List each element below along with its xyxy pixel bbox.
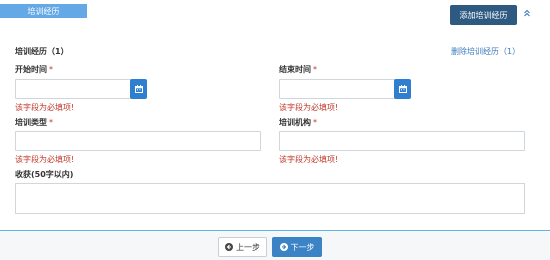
add-training-button[interactable]: 添加培训经历	[450, 5, 517, 25]
end-date-label-text: 结束时间	[279, 65, 311, 74]
gains-textarea[interactable]	[15, 183, 525, 214]
add-training-label: 添加培训经历	[459, 10, 508, 20]
start-date-input[interactable]	[15, 79, 131, 99]
training-org-input[interactable]	[279, 131, 525, 151]
training-type-label: 培训类型 *	[15, 117, 53, 128]
training-type-error: 该字段为必填项!	[15, 155, 75, 164]
arrow-left-circle-icon	[225, 243, 233, 251]
training-org-label-text: 培训机构	[279, 118, 311, 127]
arrow-right-circle-icon	[279, 243, 288, 251]
prev-step-button[interactable]: 上一步	[218, 237, 267, 257]
section-tab-training: 培训经历	[0, 4, 87, 18]
end-date-error: 该字段为必填项!	[279, 103, 339, 112]
gains-label: 收获(50字以内)	[15, 170, 74, 179]
next-step-button[interactable]: 下一步	[272, 237, 322, 257]
start-date-label: 开始时间 *	[15, 64, 53, 75]
training-org-label: 培训机构 *	[279, 117, 317, 128]
record-title: 培训经历（1）	[15, 47, 69, 56]
required-mark: *	[313, 65, 317, 74]
start-date-error: 该字段为必填项!	[15, 103, 75, 112]
calendar-icon[interactable]	[130, 79, 147, 99]
training-type-input[interactable]	[15, 131, 261, 151]
training-type-label-text: 培训类型	[15, 118, 47, 127]
required-mark: *	[49, 118, 53, 127]
calendar-icon[interactable]	[394, 79, 411, 99]
training-org-error: 该字段为必填项!	[279, 155, 339, 164]
chevron-up-icon[interactable]	[522, 8, 532, 18]
section-tab-label: 培训经历	[27, 6, 60, 16]
required-mark: *	[49, 65, 53, 74]
start-date-label-text: 开始时间	[15, 65, 47, 74]
end-date-input[interactable]	[279, 79, 395, 99]
prev-step-label: 上一步	[236, 242, 260, 252]
next-step-label: 下一步	[290, 242, 315, 252]
end-date-label: 结束时间 *	[279, 64, 317, 75]
required-mark: *	[313, 118, 317, 127]
delete-training-link[interactable]: 删除培训经历（1）	[451, 46, 520, 57]
